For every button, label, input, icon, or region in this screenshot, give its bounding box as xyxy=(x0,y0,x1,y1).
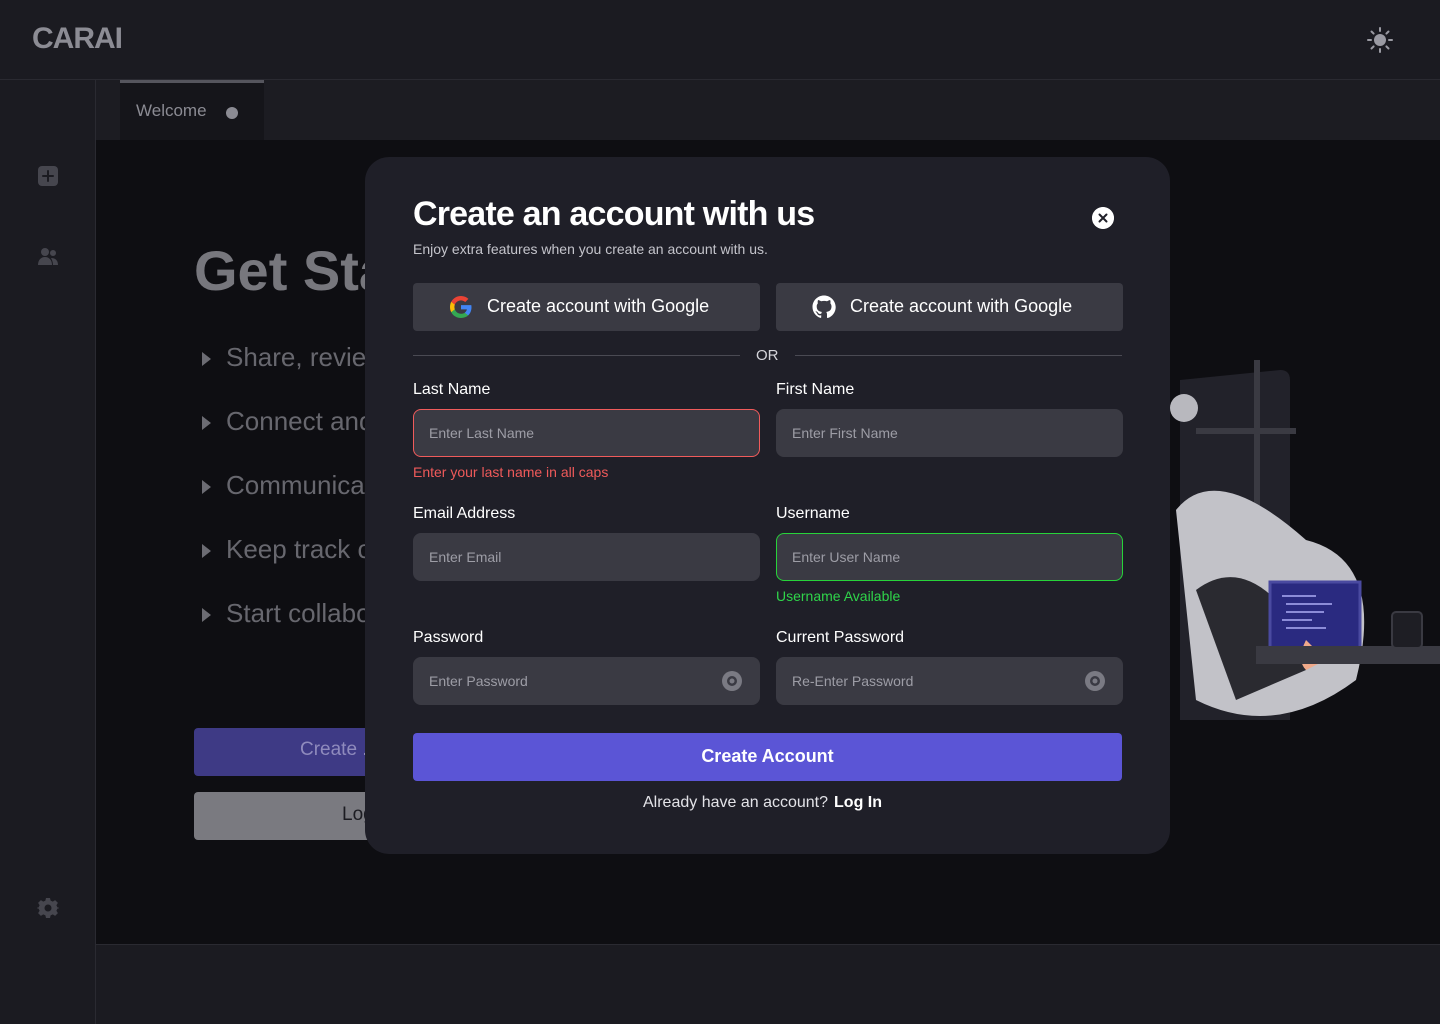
username-available-message: Username Available xyxy=(776,588,901,604)
google-signup-button[interactable]: Create account with Google xyxy=(413,283,760,331)
email-label: Email Address xyxy=(413,505,516,522)
modal-title: Create an account with us xyxy=(413,195,815,233)
modal-subtitle: Enjoy extra features when you create an … xyxy=(413,241,768,257)
password-field[interactable] xyxy=(413,657,760,705)
developer-illustration xyxy=(1170,360,1440,720)
first-name-field[interactable] xyxy=(776,409,1123,457)
last-name-error: Enter your last name in all caps xyxy=(413,464,609,480)
tab-bar: Welcome xyxy=(96,80,1440,140)
login-link[interactable]: Log In xyxy=(834,794,882,811)
github-icon xyxy=(812,295,836,319)
email-field[interactable] xyxy=(413,533,760,581)
username-label: Username xyxy=(776,505,850,522)
last-name-field[interactable] xyxy=(413,409,760,457)
caret-right-icon xyxy=(202,352,211,366)
divider-text: OR xyxy=(756,347,779,364)
sun-icon[interactable] xyxy=(1366,26,1394,54)
oauth-label: Create account with Google xyxy=(487,296,710,316)
close-icon[interactable] xyxy=(1092,207,1114,229)
caret-right-icon xyxy=(202,416,211,430)
tab-status-dot xyxy=(226,107,238,119)
caret-right-icon xyxy=(202,608,211,622)
users-icon[interactable] xyxy=(37,245,59,267)
app-logo: CARAI xyxy=(32,22,123,55)
tab-label: Welcome xyxy=(136,101,207,120)
gear-icon[interactable] xyxy=(37,897,59,919)
eye-icon[interactable] xyxy=(721,670,743,692)
divider-line xyxy=(413,355,740,356)
hero-title: Get Sta xyxy=(194,239,391,302)
bottom-panel xyxy=(96,944,1440,1024)
caret-right-icon xyxy=(202,544,211,558)
top-header: CARAI xyxy=(0,0,1440,80)
github-signup-button[interactable]: Create account with Google xyxy=(776,283,1123,331)
button-label: Create . xyxy=(300,739,368,760)
button-label: Create Account xyxy=(701,746,834,766)
google-icon xyxy=(450,296,472,318)
oauth-label: Create account with Google xyxy=(850,296,1073,316)
login-prompt: Already have an account? xyxy=(643,794,829,811)
add-square-icon[interactable] xyxy=(37,165,59,187)
divider-line xyxy=(795,355,1122,356)
sidebar xyxy=(0,80,96,1024)
app-root: CARAI Welcome Get Sta Share, reviev Conn… xyxy=(0,0,1440,1024)
last-name-label: Last Name xyxy=(413,381,491,398)
password-label: Password xyxy=(413,629,484,646)
create-account-modal: Create an account with us Enjoy extra fe… xyxy=(365,157,1170,854)
eye-icon[interactable] xyxy=(1084,670,1106,692)
username-field[interactable] xyxy=(776,533,1123,581)
feature-text: Start collabo xyxy=(226,598,371,628)
create-account-button[interactable]: Create Account xyxy=(413,733,1122,781)
first-name-label: First Name xyxy=(776,381,855,398)
feature-text: Keep track c xyxy=(226,534,371,564)
feature-text: Communicat xyxy=(226,470,372,500)
login-row: Already have an account? Log In xyxy=(643,794,882,812)
tab-welcome[interactable]: Welcome xyxy=(120,80,264,140)
caret-right-icon xyxy=(202,480,211,494)
feature-text: Connect and xyxy=(226,406,374,436)
confirm-password-field[interactable] xyxy=(776,657,1123,705)
confirm-password-label: Current Password xyxy=(776,629,905,646)
feature-text: Share, reviev xyxy=(226,342,380,372)
